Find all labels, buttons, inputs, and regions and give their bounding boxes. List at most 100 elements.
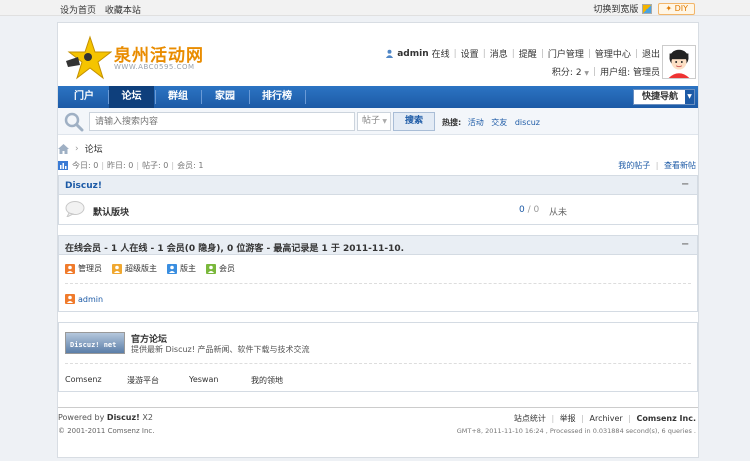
nav-home[interactable]: 家园 — [202, 86, 248, 108]
points-label: 积分: 2 — [551, 68, 582, 78]
admin-role-icon — [65, 294, 75, 304]
main-nav: 门户 论坛 群组 家园 排行榜 快捷导航 ▼ — [58, 86, 698, 108]
stat-yesterday: 昨日: 0 — [107, 161, 134, 170]
diy-button[interactable]: ✦ DIY — [658, 2, 695, 15]
forum-last-post: 从未 — [549, 208, 568, 218]
nav-divider — [305, 90, 306, 104]
divider: | — [101, 161, 105, 170]
user-group-link[interactable]: 用户组: 管理员 — [600, 65, 660, 78]
powered-by: Powered by Discuz! X2 — [58, 413, 153, 422]
super-mod-role-icon — [112, 263, 122, 274]
search-input[interactable] — [89, 112, 355, 131]
legend-label: 版主 — [180, 264, 196, 273]
forum-stats: 今日: 0 | 昨日: 0 | 帖子: 0 | 会员: 1 — [58, 160, 203, 171]
friend-links-panel: Discuz! net 官方论坛 提供最新 Discuz! 产品新闻、软件下载与… — [58, 322, 698, 392]
nav-forum[interactable]: 论坛 — [109, 86, 154, 108]
link-manyou[interactable]: 漫游平台 — [127, 375, 189, 386]
stat-today: 今日: 0 — [72, 161, 99, 170]
divider — [65, 363, 691, 364]
powered-prefix: Powered by — [58, 413, 105, 422]
hot-link-social[interactable]: 交友 — [491, 118, 507, 127]
admin-center-link[interactable]: 管理中心 — [595, 47, 631, 60]
divider: | — [581, 414, 584, 423]
member-role-icon — [206, 263, 216, 274]
forum-name-link[interactable]: 默认版块 — [93, 205, 129, 218]
collapse-icon[interactable]: − — [681, 240, 690, 250]
nav-portal[interactable]: 门户 — [64, 86, 104, 108]
role-legend: 管理员 超级版主 版主 会员 — [65, 263, 245, 274]
online-username: admin — [78, 294, 104, 304]
legend-label: 超级版主 — [125, 264, 157, 273]
legend-admin: 管理员 — [65, 263, 102, 274]
portal-admin-link[interactable]: 门户管理 — [548, 47, 584, 60]
collapse-icon[interactable]: − — [681, 180, 690, 190]
link-my-territory[interactable]: 我的领地 — [251, 375, 313, 386]
home-icon[interactable] — [58, 143, 69, 154]
set-home-link[interactable]: 设为首页 — [60, 6, 96, 16]
legend-label: 会员 — [219, 264, 235, 273]
points-dropdown[interactable]: 积分: 2 ▼ — [552, 65, 589, 78]
chevron-down-icon: ▼ — [584, 70, 590, 77]
new-posts-link[interactable]: 查看新帖 — [664, 161, 696, 170]
search-button[interactable]: 搜索 — [393, 112, 435, 131]
powered-brand-link[interactable]: Discuz! — [107, 413, 140, 422]
my-posts-link[interactable]: 我的帖子 — [618, 161, 650, 170]
hot-link-activity[interactable]: 活动 — [468, 118, 484, 127]
quick-nav-button[interactable]: 快捷导航 ▼ — [633, 89, 695, 105]
search-icon — [64, 112, 84, 132]
hot-searches: 热搜: 活动 交友 discuz — [442, 117, 545, 128]
link-yeswan[interactable]: Yeswan — [189, 375, 251, 386]
user-icon — [386, 49, 394, 58]
bookmark-link[interactable]: 收藏本站 — [105, 6, 141, 16]
legend-member: 会员 — [206, 263, 235, 274]
forum-row: 默认版块 0 / 0 从未 — [59, 195, 697, 223]
divider: | — [587, 48, 591, 59]
legend-super-mod: 超级版主 — [112, 263, 157, 274]
online-title[interactable]: 在线会员 - 1 人在线 - 1 会员(0 隐身), 0 位游客 - 最高记录是… — [65, 241, 404, 254]
diy-label: DIY — [674, 3, 688, 13]
nav-ranking[interactable]: 排行榜 — [250, 86, 304, 108]
processed-info: GMT+8, 2011-11-10 16:24 , Processed in 0… — [456, 427, 696, 435]
forum-group-title[interactable]: Discuz! — [65, 181, 102, 191]
forum-counts: 0 / 0 — [519, 205, 540, 215]
online-members-panel: 在线会员 - 1 人在线 - 1 会员(0 隐身), 0 位游客 - 最高记录是… — [58, 235, 698, 312]
divider: | — [551, 414, 555, 423]
footer: Powered by Discuz! X2 © 2001-2011 Comsen… — [58, 407, 698, 435]
site-url: WWW.ABC0595.COM — [114, 63, 195, 71]
notifications-link[interactable]: 提醒 — [519, 47, 537, 60]
site-logo[interactable]: 泉州活动网 WWW.ABC0595.COM — [64, 35, 244, 83]
logout-link[interactable]: 退出 — [642, 47, 660, 60]
divider: | — [634, 48, 638, 59]
forum-thread-count: 0 — [519, 205, 525, 215]
discuz-logo-text: Discuz! net — [70, 341, 117, 349]
search-type-label: 帖子 — [362, 116, 381, 126]
link-comsenz[interactable]: Comsenz — [65, 375, 127, 386]
text-links: Comsenz 漫游平台 Yeswan 我的领地 — [65, 375, 313, 386]
search-type-select[interactable]: 帖子 ▼ — [357, 112, 391, 131]
company-link[interactable]: Comsenz Inc. — [637, 414, 696, 423]
username-link[interactable]: admin — [397, 49, 428, 59]
quick-nav-label: 快捷导航 — [642, 92, 679, 102]
settings-link[interactable]: 设置 — [461, 47, 479, 60]
top-toolbar-left: 设为首页 收藏本站 — [60, 3, 147, 16]
search-bar: 帖子 ▼ 搜索 热搜: 活动 交友 discuz — [58, 108, 698, 135]
divider: | — [593, 66, 597, 77]
site-stats-link[interactable]: 站点统计 — [514, 414, 546, 423]
online-user-item[interactable]: admin — [65, 294, 103, 304]
messages-link[interactable]: 消息 — [490, 47, 508, 60]
hot-link-discuz[interactable]: discuz — [515, 118, 540, 127]
switch-wide-icon[interactable] — [642, 3, 653, 14]
divider: | — [540, 48, 544, 59]
mod-role-icon — [167, 263, 177, 274]
breadcrumb-current: 论坛 — [84, 145, 103, 155]
report-link[interactable]: 举报 — [560, 414, 576, 423]
nav-groups[interactable]: 群组 — [156, 86, 200, 108]
discuz-link-logo[interactable]: Discuz! net — [65, 332, 125, 354]
stat-members: 会员: 1 — [177, 161, 204, 170]
forum-bubble-icon — [65, 201, 85, 217]
legend-label: 管理员 — [78, 264, 102, 273]
archiver-link[interactable]: Archiver — [589, 414, 622, 423]
switch-wide-link[interactable]: 切换到宽版 — [593, 2, 638, 15]
online-header: 在线会员 - 1 人在线 - 1 会员(0 隐身), 0 位游客 - 最高记录是… — [59, 236, 697, 255]
avatar[interactable] — [662, 45, 696, 79]
